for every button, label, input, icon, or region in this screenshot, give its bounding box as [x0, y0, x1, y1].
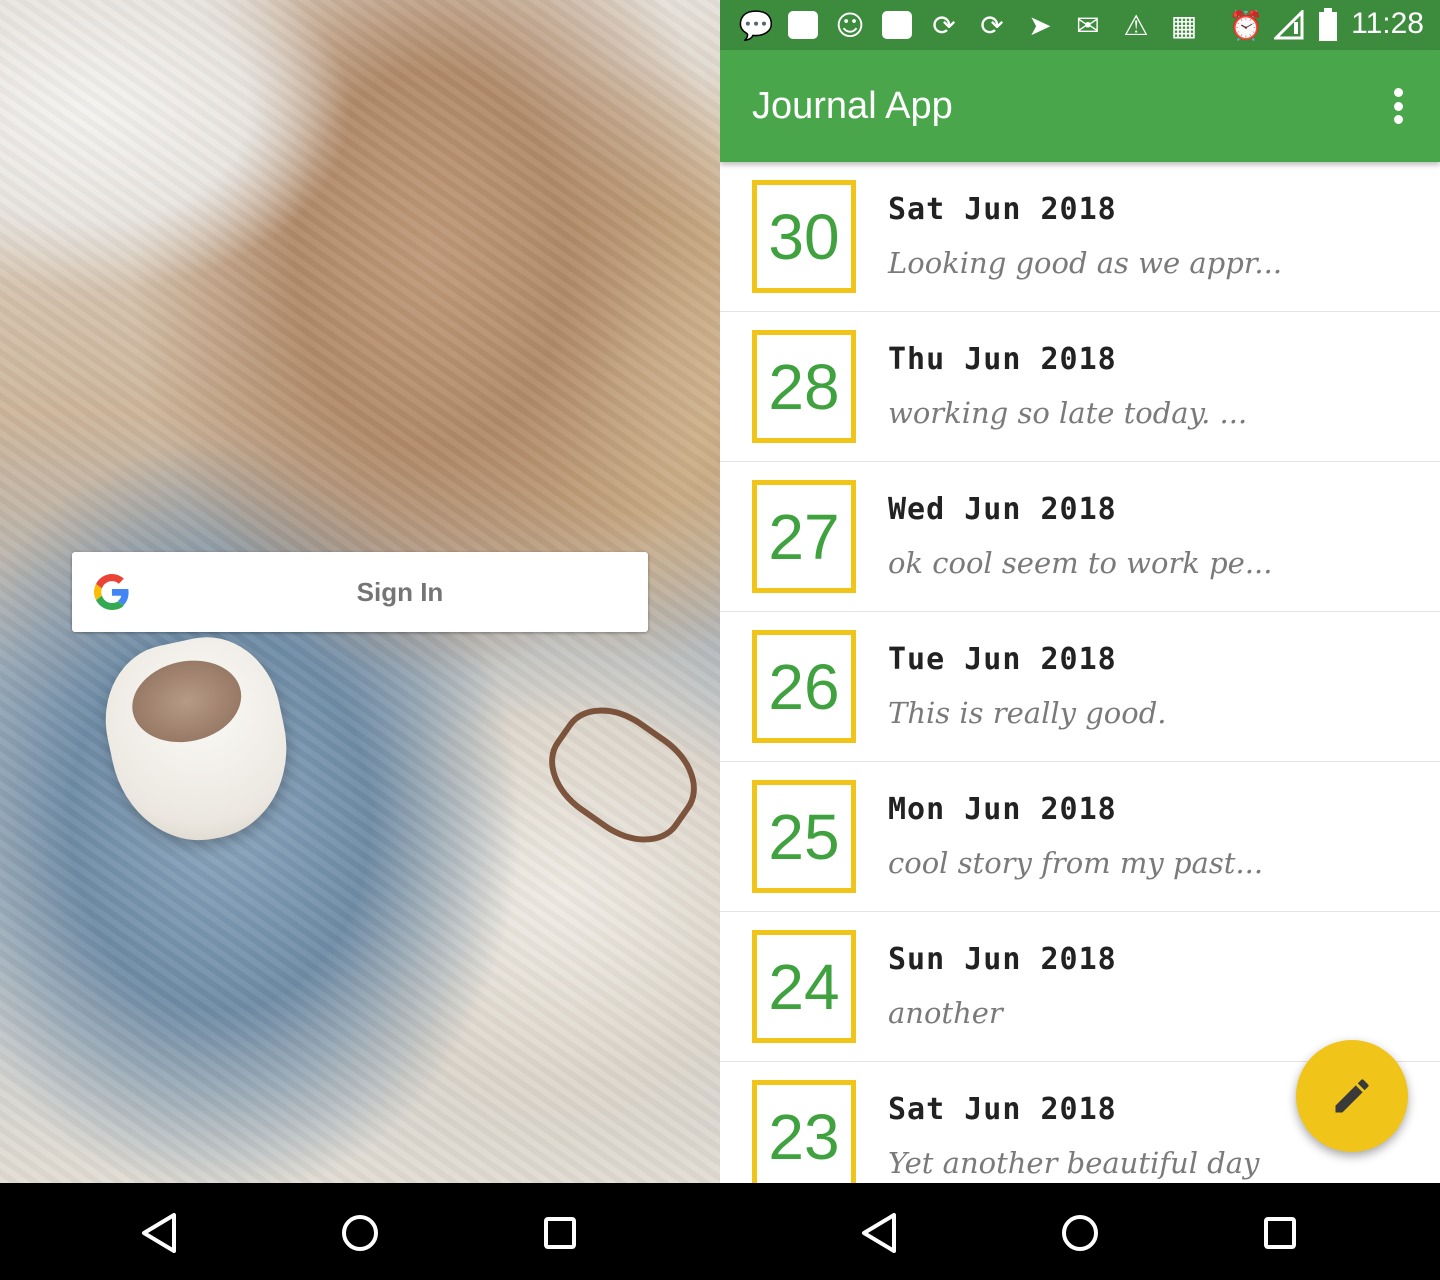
entry-snippet: Looking good as we appr... — [888, 246, 1283, 280]
journal-entry[interactable]: 28 Thu Jun 2018 working so late today. .… — [720, 312, 1440, 462]
journal-screen: 💬 ☺ ⟳ ⟳ ➤ ✉ ⚠ ▦ ⏰ 11:28 Journal App 30 S… — [720, 0, 1440, 1183]
sync-icon: ⟳ — [980, 8, 1004, 42]
journal-entry-list: 30 Sat Jun 2018 Looking good as we appr.… — [720, 162, 1440, 1183]
navigation-icon: ➤ — [1028, 8, 1052, 42]
journal-entry[interactable]: 27 Wed Jun 2018 ok cool seem to work pe.… — [720, 462, 1440, 612]
entry-date: Wed Jun 2018 — [888, 492, 1117, 527]
status-bar: 💬 ☺ ⟳ ⟳ ➤ ✉ ⚠ ▦ ⏰ 11:28 — [720, 0, 1440, 50]
journal-entry[interactable]: 25 Mon Jun 2018 cool story from my past.… — [720, 762, 1440, 912]
journal-entry[interactable]: 24 Sun Jun 2018 another — [720, 912, 1440, 1062]
entry-snippet: another — [888, 996, 1003, 1030]
date-badge: 30 — [752, 180, 856, 293]
signal-icon — [1274, 10, 1304, 40]
recents-icon[interactable] — [530, 1203, 590, 1263]
day-number: 24 — [768, 950, 840, 1023]
entry-date: Thu Jun 2018 — [888, 342, 1117, 377]
day-number: 25 — [768, 800, 840, 873]
date-badge: 27 — [752, 480, 856, 593]
entry-snippet: cool story from my past... — [888, 846, 1264, 880]
new-entry-fab[interactable] — [1296, 1040, 1408, 1152]
warning-icon: ⚠ — [1123, 8, 1149, 42]
coffee-image — [124, 650, 249, 752]
square-icon — [882, 11, 912, 39]
google-g-icon — [94, 574, 129, 610]
sync-icon: ⟳ — [932, 8, 956, 42]
date-badge: 26 — [752, 630, 856, 743]
winrar-icon: ▦ — [1170, 8, 1198, 42]
recents-icon[interactable] — [1250, 1203, 1310, 1263]
google-signin-button[interactable]: Sign In — [72, 552, 648, 632]
entry-date: Tue Jun 2018 — [888, 642, 1117, 677]
system-nav-bar — [0, 1183, 1440, 1280]
alarm-icon: ⏰ — [1228, 8, 1264, 42]
app-title: Journal App — [752, 84, 953, 127]
home-icon[interactable] — [1050, 1203, 1110, 1263]
battery-icon — [1319, 8, 1337, 41]
date-badge: 23 — [752, 1080, 856, 1183]
entry-snippet: This is really good. — [888, 696, 1167, 730]
date-badge: 24 — [752, 930, 856, 1043]
date-badge: 28 — [752, 330, 856, 443]
entry-date: Mon Jun 2018 — [888, 792, 1117, 827]
back-icon[interactable] — [850, 1203, 910, 1263]
home-icon[interactable] — [330, 1203, 390, 1263]
notification-icons: 💬 ☺ ⟳ ⟳ ➤ ✉ ⚠ ▦ — [720, 8, 1200, 42]
journal-entry[interactable]: 26 Tue Jun 2018 This is really good. — [720, 612, 1440, 762]
date-badge: 25 — [752, 780, 856, 893]
edit-pencil-icon — [1335, 1079, 1369, 1113]
day-number: 30 — [768, 200, 840, 273]
journal-entry[interactable]: 30 Sat Jun 2018 Looking good as we appr.… — [720, 162, 1440, 312]
entry-date: Sat Jun 2018 — [888, 1092, 1117, 1127]
entry-date: Sat Jun 2018 — [888, 192, 1117, 227]
day-number: 27 — [768, 500, 840, 573]
signin-screen: Sign In — [0, 0, 720, 1183]
entry-snippet: working so late today. ... — [888, 396, 1248, 430]
gmail-icon: ✉ — [1076, 8, 1100, 42]
overflow-menu-icon[interactable] — [1378, 86, 1418, 126]
entry-snippet: ok cool seem to work pe... — [888, 546, 1273, 580]
sms-icon: ☺ — [835, 8, 865, 42]
entry-snippet: Yet another beautiful day — [888, 1146, 1260, 1180]
chat-icon: 💬 — [738, 8, 774, 42]
back-icon[interactable] — [130, 1203, 190, 1263]
message-icon — [788, 11, 818, 39]
day-number: 23 — [768, 1100, 840, 1173]
day-number: 28 — [768, 350, 840, 423]
status-time: 11:28 — [1351, 7, 1424, 40]
day-number: 26 — [768, 650, 840, 723]
app-bar: Journal App — [720, 50, 1440, 162]
entry-date: Sun Jun 2018 — [888, 942, 1117, 977]
signin-label: Sign In — [356, 576, 444, 607]
